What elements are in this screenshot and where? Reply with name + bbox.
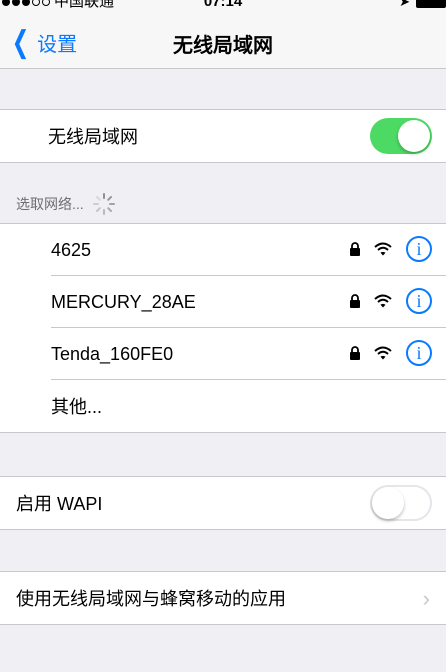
wapi-label: 启用 WAPI: [16, 494, 103, 514]
loading-spinner-icon: [92, 193, 115, 215]
info-icon[interactable]: i: [406, 288, 432, 314]
choose-network-label: 选取网络...: [16, 196, 84, 212]
wapi-row: 启用 WAPI: [0, 477, 446, 529]
network-name: 4625: [51, 239, 92, 260]
toggle-knob: [372, 487, 404, 519]
network-icons: i: [350, 288, 432, 314]
other-network-row[interactable]: 其他...: [0, 380, 446, 432]
info-icon[interactable]: i: [406, 340, 432, 366]
chevron-right-icon: ›: [422, 586, 430, 611]
wifi-icon: [374, 294, 392, 308]
network-name: MERCURY_28AE: [51, 291, 196, 312]
wifi-toggle-switch[interactable]: [370, 118, 432, 154]
lock-icon: [350, 346, 360, 360]
status-right: ➤: [399, 0, 446, 12]
wifi-icon: [374, 242, 392, 256]
wifi-toggle-group: 无线局域网: [0, 109, 446, 163]
lock-icon: [350, 242, 360, 256]
apps-group: 使用无线局域网与蜂窝移动的应用 ›: [0, 571, 446, 625]
info-icon[interactable]: i: [406, 236, 432, 262]
network-row-3[interactable]: Tenda_160FE0 i: [0, 328, 446, 380]
status-bar: 中国联通 07:14 ➤: [0, 0, 446, 12]
lock-icon: [350, 294, 360, 308]
toggle-knob: [398, 120, 430, 152]
wlan-cellular-apps-label: 使用无线局域网与蜂窝移动的应用: [16, 589, 286, 609]
wapi-toggle-switch[interactable]: [370, 485, 432, 521]
battery-icon: [416, 0, 446, 8]
networks-section-header: 选取网络...: [16, 192, 116, 216]
wifi-toggle-label: 无线局域网: [48, 127, 138, 147]
status-time: 07:14: [203, 0, 243, 10]
network-icons: i: [350, 236, 432, 262]
wapi-group: 启用 WAPI: [0, 476, 446, 530]
network-row-1[interactable]: 4625 i: [0, 224, 446, 276]
networks-list: 4625 i MERCURY_28AE i Tenda_160FE0 i 其他.…: [0, 223, 446, 433]
network-icons: i: [350, 340, 432, 366]
page-title: 无线局域网: [173, 35, 273, 57]
network-name: Tenda_160FE0: [51, 343, 174, 364]
other-network-label: 其他...: [51, 397, 103, 417]
wifi-toggle-row: 无线局域网: [0, 110, 446, 162]
location-arrow-icon: ➤: [399, 0, 410, 9]
wifi-icon: [374, 346, 392, 360]
navigation-bar: 中国联通 07:14 ➤ ❮ 设置 无线局域网: [0, 0, 446, 69]
wlan-cellular-apps-row[interactable]: 使用无线局域网与蜂窝移动的应用 ›: [0, 572, 446, 624]
network-row-2[interactable]: MERCURY_28AE i: [0, 276, 446, 328]
